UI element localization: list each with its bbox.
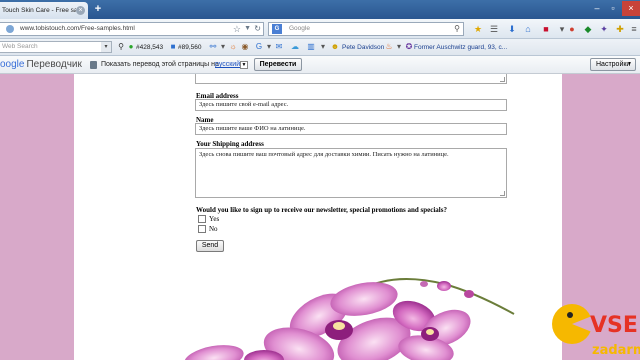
email-field[interactable]: Здесь пишите свой e-mail адрес. bbox=[195, 99, 507, 111]
close-window-icon[interactable]: × bbox=[622, 1, 640, 16]
bookmark-star-icon[interactable]: ☆ bbox=[233, 23, 241, 35]
google-search-engine-icon[interactable]: G bbox=[272, 24, 282, 34]
news-headline[interactable]: Former Auschwitz guard, 93, c... bbox=[414, 42, 507, 53]
vsezadarma-watermark-logo: VSE zadarm bbox=[552, 304, 640, 358]
dropdown-icon[interactable]: ▾ bbox=[264, 42, 274, 52]
translate-button[interactable]: Перевести bbox=[254, 58, 302, 71]
dropdown-icon[interactable]: ▾ bbox=[394, 42, 404, 52]
alexa-blue-icon: ■ bbox=[170, 42, 176, 51]
url-dropdown-icon[interactable]: ▼ bbox=[244, 23, 251, 35]
translate-bar: oogle Переводчик Показать перевод этой ст… bbox=[0, 56, 640, 74]
language-select[interactable]: русский bbox=[215, 59, 240, 71]
resize-grip-icon[interactable] bbox=[500, 191, 505, 196]
watermark-line2: zadarm bbox=[592, 343, 640, 358]
site-rank-counter[interactable]: #89,560 bbox=[178, 42, 202, 53]
home-icon[interactable]: ⌂ bbox=[522, 23, 534, 35]
link-icon[interactable]: ⚯ bbox=[208, 42, 218, 52]
translate-settings-button[interactable]: Настройки ▼ bbox=[590, 58, 636, 71]
newsletter-yes-label: Yes bbox=[209, 215, 220, 223]
language-dropdown-icon[interactable]: ▼ bbox=[240, 61, 248, 69]
new-tab-button[interactable]: + bbox=[92, 3, 104, 16]
toolbar-bar: Web Search ▾ ⚲ ● #428,543 ■ #89,560 ⚯ ▾ … bbox=[0, 39, 640, 56]
newsletter-question: Would you like to sign up to receive our… bbox=[196, 206, 447, 214]
web-search-input[interactable]: Web Search ▾ bbox=[0, 41, 112, 53]
bookmarks-list-icon[interactable]: ☰ bbox=[488, 23, 500, 35]
url-bar[interactable]: www.tobistouch.com/Free-samples.html ☆ ▼… bbox=[0, 22, 264, 36]
tab-touch-skin-care[interactable]: Touch Skin Care - Free sam... × bbox=[0, 2, 88, 19]
puzzle-icon[interactable]: ✚ bbox=[614, 23, 626, 35]
user-icon: ☻ bbox=[330, 42, 340, 51]
alexa-rank-counter[interactable]: #428,543 bbox=[136, 42, 163, 53]
search-placeholder: Google bbox=[289, 25, 310, 32]
search-bar[interactable]: G Google ⚲ bbox=[268, 22, 464, 36]
maximize-icon[interactable]: ▫ bbox=[606, 1, 620, 16]
globe-icon bbox=[6, 25, 14, 33]
brown-addon-icon[interactable]: ◉ bbox=[240, 42, 250, 52]
resize-grip-icon[interactable] bbox=[500, 77, 505, 82]
download-icon[interactable]: ⬇ bbox=[506, 23, 518, 35]
shipping-address-text: Здесь снова пишите ваш почтовый адрес дл… bbox=[199, 151, 449, 158]
newsletter-no-checkbox[interactable] bbox=[198, 225, 206, 233]
shipping-address-label: Your Shipping address bbox=[196, 140, 264, 148]
tab-title: Touch Skin Care - Free sam... bbox=[2, 7, 76, 14]
shipping-address-field[interactable]: Здесь снова пишите ваш почтовый адрес дл… bbox=[195, 148, 507, 198]
name-field[interactable]: Здесь пишите ваше ФИО на латинице. bbox=[195, 123, 507, 135]
chevron-down-icon: ▼ bbox=[627, 61, 632, 67]
reload-icon[interactable]: ↻ bbox=[254, 23, 261, 35]
page-content: Email address Здесь пишите свой e-mail а… bbox=[74, 74, 562, 360]
email-icon[interactable]: ✉ bbox=[274, 42, 284, 52]
fire-icon[interactable]: ♨ bbox=[384, 42, 394, 52]
adblock-icon[interactable]: ● bbox=[566, 23, 578, 35]
search-icon[interactable]: ⚲ bbox=[454, 23, 460, 35]
dropdown-icon[interactable]: ▾ bbox=[218, 42, 228, 52]
send-button[interactable]: Send bbox=[196, 240, 224, 252]
tab-bar: Touch Skin Care - Free sam... × + – ▫ × bbox=[0, 0, 640, 19]
web-search-placeholder: Web Search bbox=[2, 43, 38, 50]
google-plus-icon[interactable]: G bbox=[254, 42, 264, 52]
newsletter-no-label: No bbox=[209, 225, 218, 233]
orange-addon-icon[interactable]: ☼ bbox=[228, 42, 238, 52]
minimize-icon[interactable]: – bbox=[590, 1, 604, 16]
addon-green-icon[interactable]: ◆ bbox=[582, 23, 594, 35]
news-icon: ✪ bbox=[405, 42, 413, 51]
newsletter-yes-checkbox[interactable] bbox=[198, 215, 206, 223]
orchid-flowers-image bbox=[184, 278, 515, 360]
google-translate-logo: oogle Переводчик bbox=[0, 59, 82, 70]
close-tab-icon[interactable]: × bbox=[76, 6, 85, 15]
star-bookmarks-icon[interactable]: ★ bbox=[472, 23, 484, 35]
translate-prompt: Показать перевод этой страницы на bbox=[101, 61, 219, 68]
search-icon[interactable]: ⚲ bbox=[116, 42, 126, 52]
lock-icon bbox=[90, 61, 97, 69]
previous-textarea[interactable] bbox=[195, 74, 507, 84]
navigation-bar: www.tobistouch.com/Free-samples.html ☆ ▼… bbox=[0, 19, 640, 39]
weather-icon[interactable]: ☁ bbox=[290, 42, 300, 52]
chart-icon[interactable]: ▥ bbox=[306, 42, 316, 52]
dropdown-icon[interactable]: ▾ bbox=[318, 42, 328, 52]
addon-purple-icon[interactable]: ✦ bbox=[598, 23, 610, 35]
watermark-line1: VSE bbox=[590, 313, 638, 338]
alexa-green-icon: ● bbox=[128, 42, 134, 51]
web-search-dropdown-icon[interactable]: ▾ bbox=[101, 42, 111, 52]
news-pete-davidson[interactable]: Pete Davidson bbox=[342, 42, 384, 53]
url-text: www.tobistouch.com/Free-samples.html bbox=[20, 25, 135, 32]
menu-icon[interactable]: ≡ bbox=[628, 23, 640, 35]
addon-red-icon[interactable]: ■ bbox=[540, 23, 552, 35]
